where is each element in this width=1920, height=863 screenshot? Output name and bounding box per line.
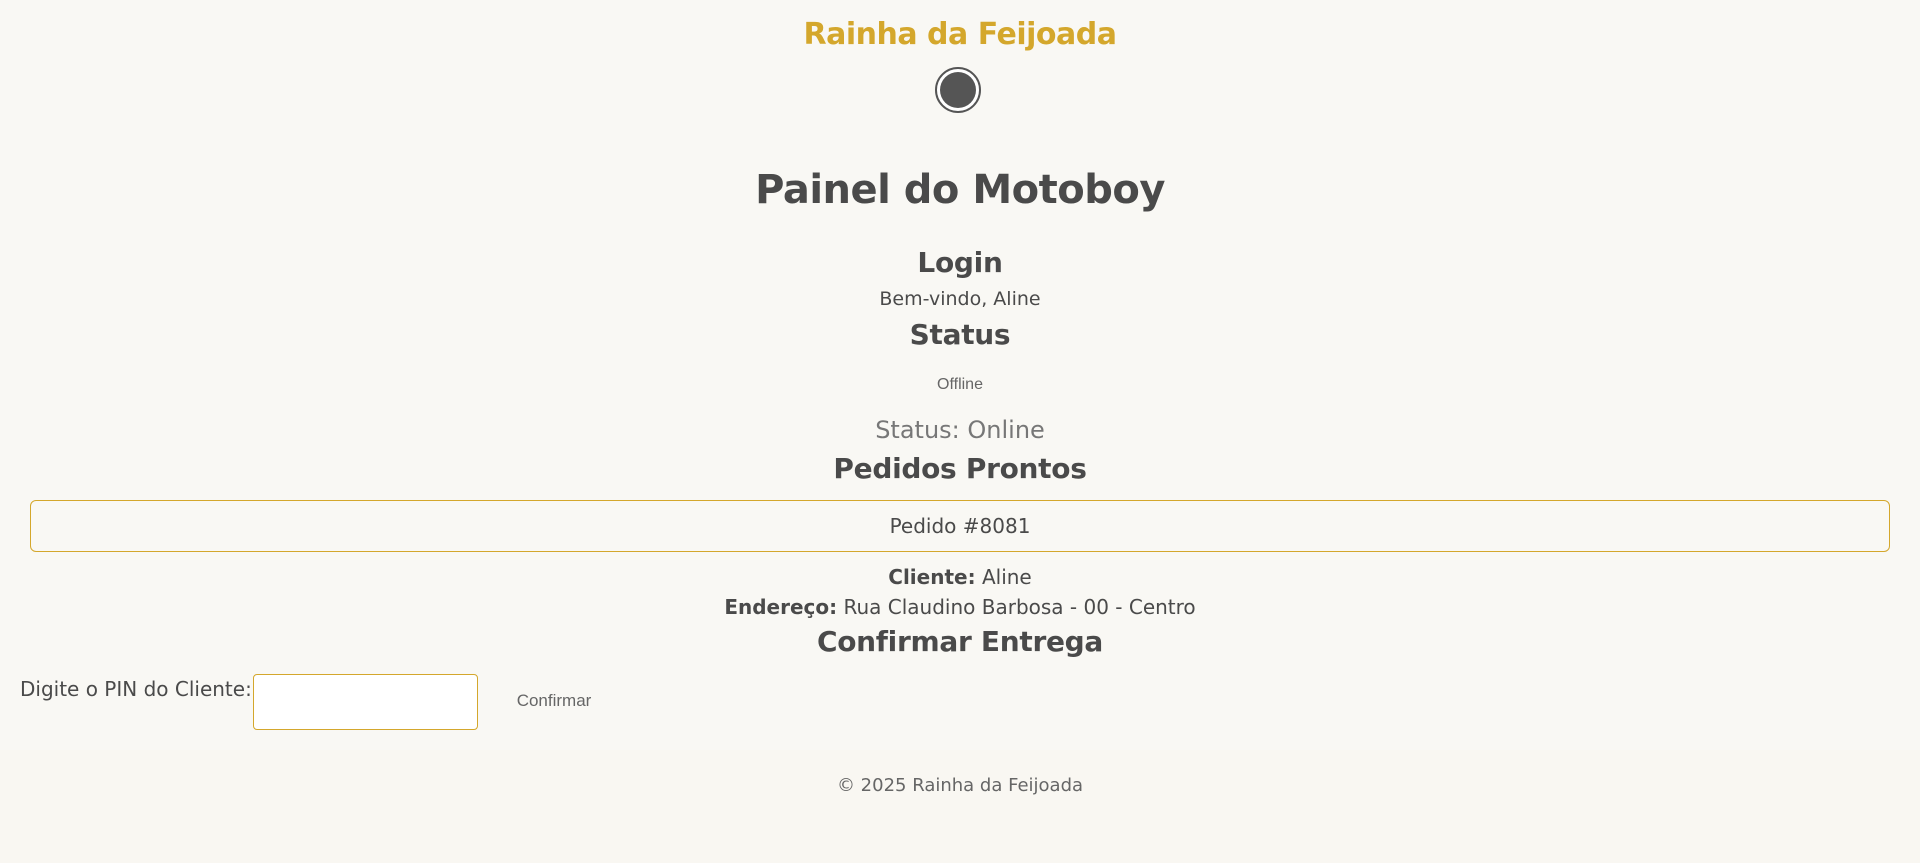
address-label: Endereço: [724, 595, 838, 619]
status-heading: Status [909, 318, 1011, 351]
login-heading: Login [917, 246, 1003, 279]
confirm-button[interactable]: Confirmar [498, 684, 610, 718]
site-header: Rainha da Feijoada [0, 0, 1920, 140]
address-value: Rua Claudino Barbosa - 00 - Centro [843, 595, 1196, 619]
status-text: Status: Online [875, 416, 1045, 444]
customer-value: Aline [981, 565, 1032, 589]
logo-icon [935, 67, 981, 113]
welcome-text: Bem-vindo, Aline [879, 288, 1041, 310]
pin-label: Digite o PIN do Cliente: [20, 677, 252, 701]
order-customer: Cliente: Aline [0, 565, 1920, 589]
main-panel [0, 140, 1920, 750]
order-label: Pedido #8081 [889, 514, 1031, 538]
order-card[interactable]: Pedido #8081 [30, 500, 1890, 552]
customer-label: Cliente: [888, 565, 976, 589]
logo-inner-icon [940, 72, 976, 108]
brand-title: Rainha da Feijoada [803, 17, 1117, 52]
page-title: Painel do Motoboy [755, 167, 1165, 213]
pin-input[interactable] [253, 674, 478, 730]
order-address: Endereço: Rua Claudino Barbosa - 00 - Ce… [0, 595, 1920, 619]
confirm-delivery-heading: Confirmar Entrega [816, 625, 1103, 658]
offline-toggle-button[interactable]: Offline [916, 370, 1004, 400]
orders-heading: Pedidos Prontos [833, 452, 1087, 485]
footer-text: © 2025 Rainha da Feijoada [836, 775, 1084, 796]
